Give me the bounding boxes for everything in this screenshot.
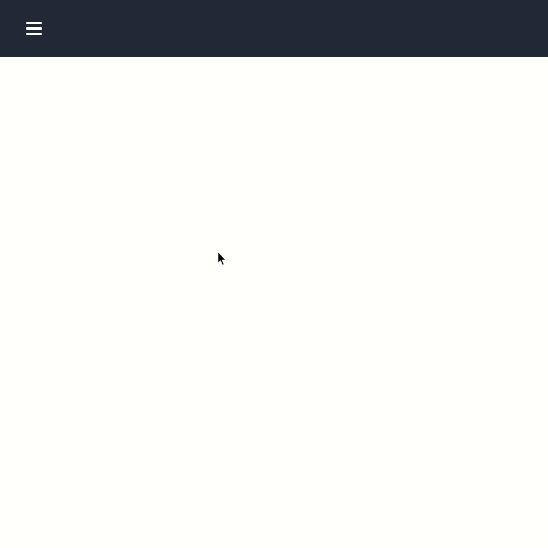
main-content — [0, 57, 548, 548]
hamburger-icon — [26, 22, 42, 36]
cursor-icon — [218, 252, 228, 266]
header-bar — [0, 0, 548, 57]
menu-button[interactable] — [20, 16, 48, 42]
